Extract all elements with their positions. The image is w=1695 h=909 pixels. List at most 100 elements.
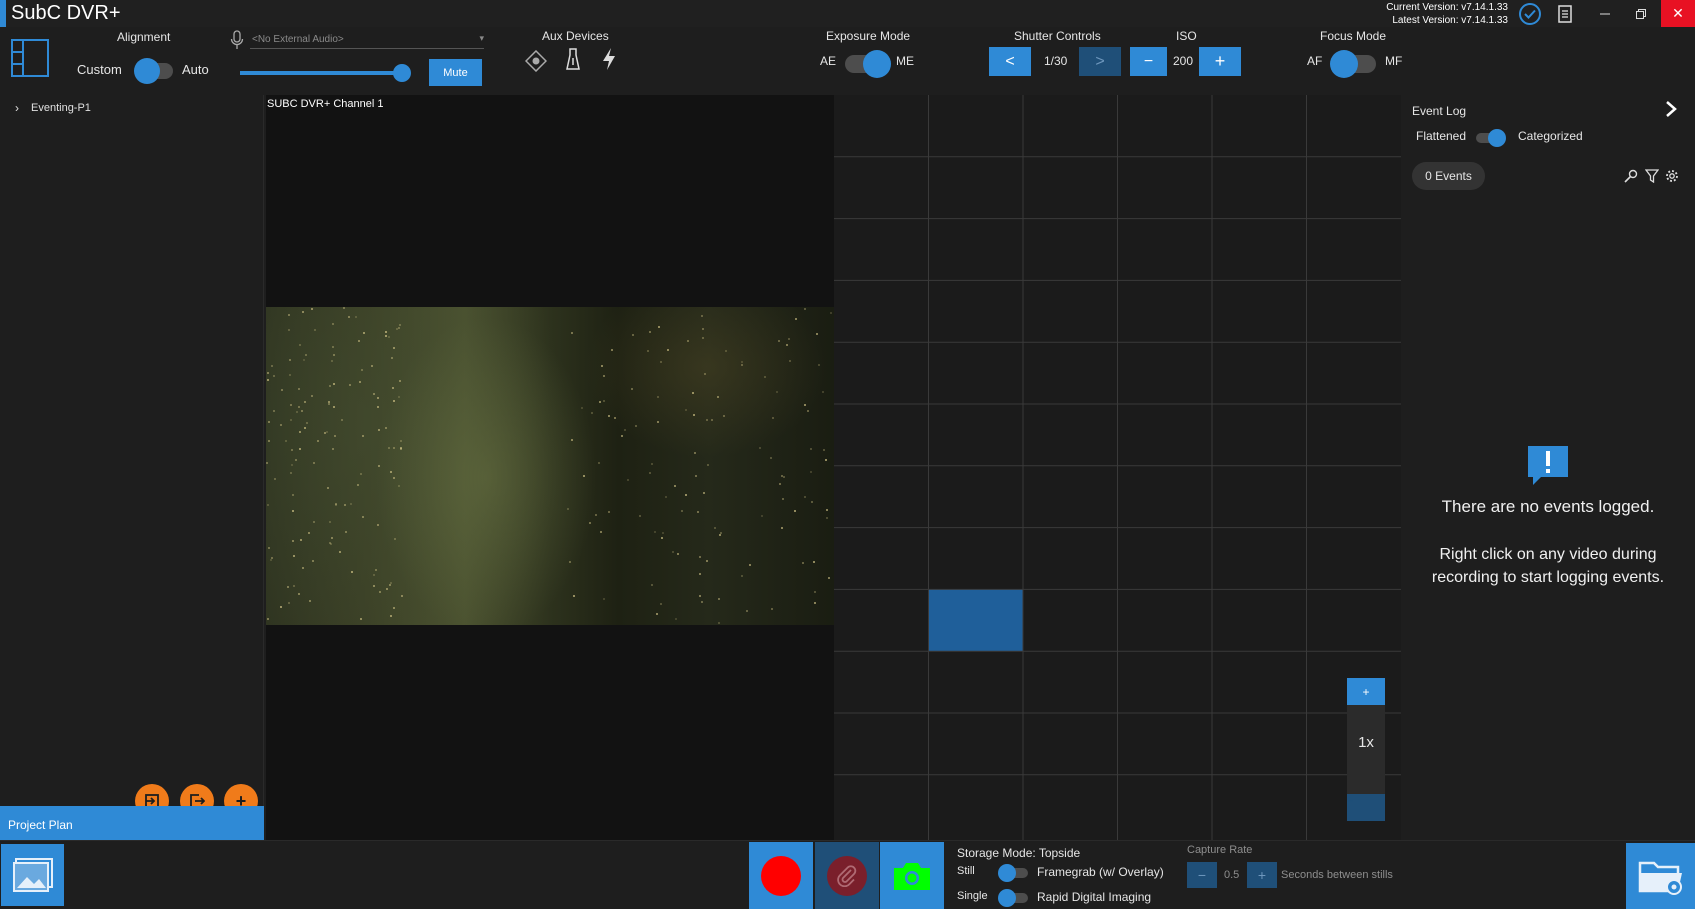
tree-item-label: Eventing-P1 — [31, 102, 91, 114]
video-particle — [828, 576, 831, 579]
laser-icon[interactable] — [524, 49, 548, 77]
video-particle — [348, 316, 351, 319]
video-particle — [289, 404, 292, 407]
volume-slider[interactable] — [240, 64, 411, 82]
capture-rate-minus-button[interactable]: − — [1187, 862, 1217, 888]
video-particle — [694, 474, 697, 477]
video-particle — [630, 387, 633, 390]
zoom-out-button[interactable]: − — [1347, 794, 1385, 821]
restore-icon[interactable] — [1626, 0, 1656, 27]
video-particle — [590, 412, 593, 415]
selected-grid-cell[interactable] — [928, 589, 1024, 652]
audio-source-value: <No External Audio> — [252, 34, 344, 45]
video-particle — [804, 307, 807, 310]
video-particle — [741, 363, 744, 366]
video-particle — [817, 363, 820, 366]
still-mode-toggle[interactable] — [998, 864, 1028, 882]
video-particle — [313, 329, 316, 332]
zoom-in-button[interactable]: + — [1347, 678, 1385, 705]
video-particle — [266, 461, 269, 464]
empty-state-subtitle: Right click on any video during recordin… — [1431, 546, 1665, 586]
iso-label: ISO — [1176, 29, 1197, 43]
focus-mode-toggle[interactable] — [1330, 50, 1376, 78]
video-particle — [390, 471, 393, 474]
rapid-imaging-label: Rapid Digital Imaging — [1037, 890, 1152, 904]
video-particle — [327, 486, 330, 489]
collapse-panel-icon[interactable] — [1665, 101, 1677, 122]
video-particle — [331, 323, 334, 326]
position-grid[interactable] — [834, 95, 1401, 840]
alignment-toggle[interactable] — [134, 58, 173, 84]
iso-minus-button[interactable]: − — [1130, 47, 1167, 76]
video-particle — [329, 385, 332, 388]
alert-message-icon — [1527, 445, 1569, 492]
video-particle — [279, 605, 282, 608]
empty-state-title: There are no events logged. — [1441, 497, 1655, 516]
video-particle — [824, 458, 827, 461]
categorized-label: Categorized — [1518, 129, 1583, 143]
focus-af-label: AF — [1307, 54, 1323, 68]
video-particle — [313, 521, 316, 524]
capture-rate-plus-button[interactable]: + — [1247, 862, 1277, 888]
video-particle — [376, 397, 379, 400]
video-particle — [289, 373, 292, 376]
search-icon[interactable] — [1623, 168, 1639, 184]
notes-icon[interactable] — [1550, 0, 1580, 27]
volume-knob[interactable] — [392, 64, 411, 82]
record-button[interactable] — [749, 842, 813, 909]
iso-plus-button[interactable]: + — [1199, 47, 1241, 76]
video-particle — [291, 494, 294, 497]
minimize-icon[interactable] — [1590, 0, 1620, 27]
video-particle — [698, 555, 701, 558]
layout-icon[interactable] — [11, 39, 49, 82]
shutter-next-button[interactable]: > — [1079, 47, 1121, 76]
attach-button[interactable] — [815, 842, 879, 909]
channel-label: SUBC DVR+ Channel 1 — [267, 98, 384, 110]
video-particle — [384, 426, 387, 429]
update-check-icon[interactable] — [1515, 0, 1545, 27]
video-particle — [786, 344, 789, 347]
capture-still-button[interactable] — [880, 842, 944, 909]
video-particle — [626, 478, 629, 481]
version-info: Current Version: v7.14.1.33 Latest Versi… — [1386, 1, 1508, 27]
video-particle — [311, 394, 314, 397]
video-particle — [288, 328, 291, 331]
video-particle — [311, 560, 314, 563]
event-log-title: Event Log — [1412, 104, 1467, 118]
video-particle — [309, 599, 311, 602]
filter-icon[interactable] — [1644, 168, 1660, 184]
event-view-toggle[interactable] — [1476, 129, 1506, 147]
video-particle — [392, 606, 395, 609]
video-particle — [387, 335, 390, 338]
event-log-panel: Event Log Flattened Categorized 0 Events… — [1401, 95, 1695, 840]
exposure-me-label: ME — [896, 54, 914, 68]
chevron-right-icon[interactable]: › — [15, 101, 19, 115]
video-particle — [702, 328, 705, 331]
video-particle — [598, 461, 600, 464]
capture-type-toggle[interactable] — [998, 889, 1028, 907]
video-particle — [748, 564, 751, 567]
video-particle — [371, 365, 374, 368]
video-panel[interactable]: SUBC DVR+ Channel 1 — [266, 95, 834, 840]
video-feed[interactable] — [266, 307, 834, 625]
shutter-prev-button[interactable]: < — [989, 47, 1031, 76]
gallery-button[interactable] — [1, 844, 64, 906]
close-icon[interactable]: ✕ — [1661, 0, 1695, 27]
mute-button[interactable]: Mute — [429, 59, 482, 86]
lamp-icon[interactable] — [565, 48, 581, 77]
video-particle — [809, 470, 812, 473]
project-plan-tab[interactable]: Project Plan — [0, 806, 264, 840]
video-particle — [292, 554, 295, 557]
video-particle — [298, 448, 301, 451]
folder-settings-button[interactable] — [1626, 843, 1695, 909]
grid-panel[interactable]: + 1x − — [834, 95, 1401, 840]
seconds-between-label: Seconds between stills — [1281, 869, 1393, 881]
video-particle — [349, 384, 352, 387]
gear-icon[interactable] — [1664, 168, 1680, 184]
audio-source-select[interactable]: <No External Audio> ▾ — [250, 31, 484, 49]
flash-icon[interactable] — [601, 47, 617, 76]
tree-item-eventing-p1[interactable]: › Eventing-P1 — [15, 101, 91, 115]
exposure-mode-toggle[interactable] — [845, 50, 891, 78]
video-particle — [825, 508, 828, 511]
video-particle — [635, 424, 638, 427]
